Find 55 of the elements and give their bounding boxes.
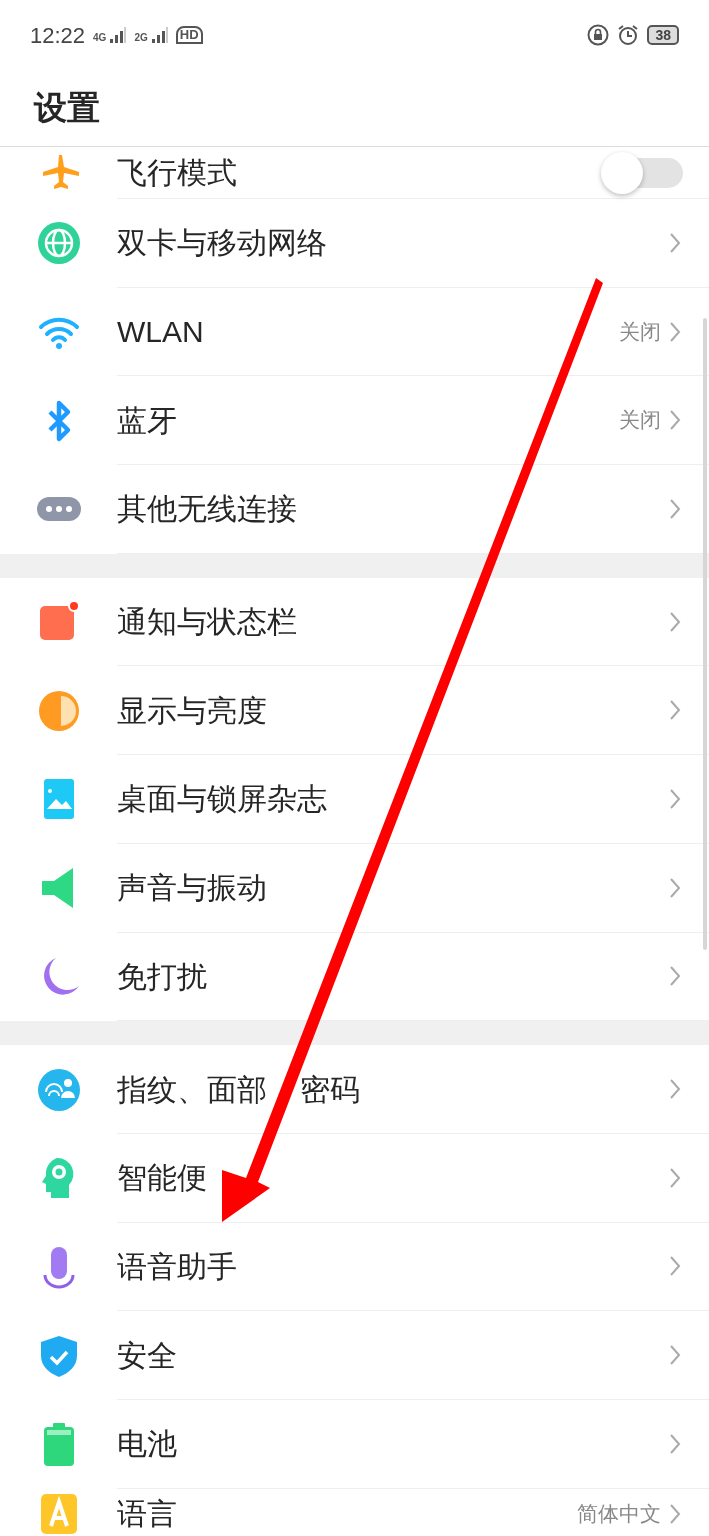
settings-row[interactable]: 双卡与移动网络 bbox=[0, 199, 709, 288]
chevron-right-icon bbox=[669, 965, 681, 988]
chevron-right-icon bbox=[669, 1166, 681, 1189]
setting-label: 安全 bbox=[117, 1337, 178, 1374]
setting-label: 声音与振动 bbox=[117, 870, 268, 907]
setting-label: 语音助手 bbox=[117, 1248, 238, 1285]
setting-label: 智能便 bbox=[117, 1160, 208, 1197]
chevron-right-icon bbox=[669, 409, 681, 432]
setting-label: 电池 bbox=[117, 1426, 178, 1463]
chevron-right-icon bbox=[669, 497, 681, 520]
setting-value: 关闭 bbox=[619, 407, 661, 434]
setting-label: 密码 bbox=[300, 1071, 360, 1108]
setting-label: 通知与状态栏 bbox=[117, 604, 298, 641]
setting-label: 免打扰 bbox=[117, 958, 208, 995]
setting-label: WLAN bbox=[117, 314, 205, 351]
chevron-right-icon bbox=[669, 320, 681, 343]
fingerprint-face-icon bbox=[37, 1067, 81, 1112]
chevron-right-icon bbox=[669, 1502, 681, 1525]
setting-label: 语言 bbox=[117, 1496, 178, 1533]
chevron-right-icon bbox=[669, 876, 681, 899]
settings-row[interactable]: 安全 bbox=[0, 1311, 709, 1400]
network-type: 2G bbox=[134, 33, 148, 43]
lock-rotation-icon bbox=[587, 24, 610, 46]
setting-label: 桌面与锁屏杂志 bbox=[117, 781, 328, 818]
setting-label: 飞行模式 bbox=[117, 155, 238, 191]
chevron-right-icon bbox=[669, 1344, 681, 1367]
chevron-right-icon bbox=[669, 787, 681, 810]
setting-label: 蓝牙 bbox=[117, 402, 178, 439]
battery-indicator: 38 bbox=[647, 24, 679, 46]
chevron-right-icon bbox=[669, 1255, 681, 1278]
setting-label: 其他无线连接 bbox=[117, 491, 298, 528]
hd-indicator: HD bbox=[175, 25, 203, 45]
brightness-icon bbox=[37, 688, 81, 733]
signal-icon bbox=[151, 27, 168, 43]
setting-label: 指纹、面部 bbox=[117, 1071, 267, 1108]
settings-row[interactable]: 飞行模式 bbox=[0, 147, 709, 199]
globe-icon bbox=[37, 221, 81, 266]
settings-row[interactable]: 语音助手 bbox=[0, 1222, 709, 1312]
signal-icon bbox=[110, 27, 127, 43]
status-time: 12:22 bbox=[30, 21, 86, 50]
alarm-icon bbox=[617, 24, 640, 46]
network-type: 4G bbox=[93, 33, 107, 43]
page-title: 设置 bbox=[0, 70, 709, 147]
toggle-switch[interactable] bbox=[601, 150, 685, 195]
chevron-right-icon bbox=[669, 231, 681, 254]
setting-label: 双卡与移动网络 bbox=[117, 225, 328, 262]
chevron-right-icon bbox=[669, 610, 681, 633]
chevron-right-icon bbox=[669, 1078, 681, 1101]
settings-row[interactable]: 电池 bbox=[0, 1399, 709, 1489]
settings-row[interactable]: 语言 简体中文 bbox=[0, 1488, 709, 1536]
chevron-right-icon bbox=[669, 699, 681, 722]
chevron-right-icon bbox=[669, 1432, 681, 1455]
setting-label: 显示与亮度 bbox=[117, 692, 268, 729]
setting-value: 简体中文 bbox=[577, 1500, 661, 1527]
setting-value: 关闭 bbox=[619, 318, 661, 345]
